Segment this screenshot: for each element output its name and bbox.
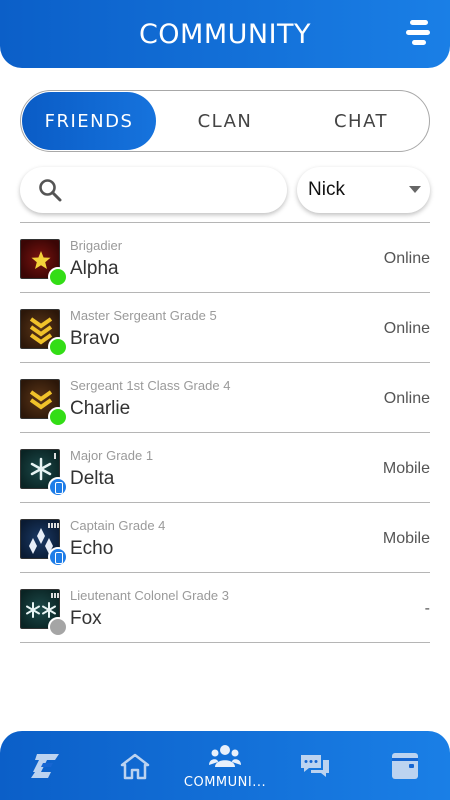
tab-friends[interactable]: FRIENDS: [22, 92, 156, 150]
friend-name: Echo: [70, 538, 114, 559]
search-box[interactable]: [20, 167, 287, 213]
tab-clan[interactable]: CLAN: [157, 91, 293, 151]
friend-rank: Captain Grade 4: [70, 518, 166, 533]
online-status-dot: [48, 267, 68, 287]
nav-item-game[interactable]: [0, 731, 90, 800]
sort-select-value: Nick: [308, 179, 345, 200]
list-item[interactable]: Lieutenant Colonel Grade 3 Fox -: [20, 573, 430, 643]
nav-item-chat[interactable]: [270, 731, 360, 800]
menu-icon[interactable]: [406, 20, 430, 46]
wallet-icon: [392, 753, 418, 779]
friend-rank: Master Sergeant Grade 5: [70, 308, 217, 323]
community-tabs: FRIENDS CLAN CHAT: [20, 90, 430, 152]
sort-select[interactable]: Nick: [297, 167, 430, 213]
list-item[interactable]: Major Grade 1 Delta Mobile: [20, 433, 430, 503]
list-item[interactable]: Sergeant 1st Class Grade 4 Charlie Onlin…: [20, 363, 430, 433]
friend-status: Mobile: [382, 460, 430, 477]
game-logo-icon: [31, 754, 59, 778]
app-header: COMMUNITY: [0, 0, 450, 68]
friends-list: Brigadier Alpha Online Master Sergeant G…: [20, 222, 430, 643]
friend-status: Online: [383, 250, 430, 267]
friend-status: Online: [383, 320, 430, 337]
community-icon: [209, 745, 241, 767]
online-status-dot: [48, 337, 68, 357]
chevron-down-icon: [409, 186, 421, 193]
friend-name: Bravo: [70, 328, 120, 349]
friend-rank: Lieutenant Colonel Grade 3: [70, 588, 230, 603]
friend-name: Fox: [70, 608, 102, 629]
friend-name: Charlie: [70, 398, 131, 419]
friend-status: Mobile: [382, 530, 430, 547]
friend-name: Alpha: [70, 258, 119, 279]
friend-rank: Brigadier: [70, 238, 123, 253]
chat-bubbles-icon: [301, 755, 329, 777]
home-icon: [120, 753, 150, 780]
mobile-status-icon: [48, 547, 68, 567]
mobile-status-icon: [48, 477, 68, 497]
nav-label-community: COMMUNI...: [183, 775, 267, 790]
friend-status: Online: [383, 390, 430, 407]
nav-item-home[interactable]: [90, 731, 180, 800]
list-item[interactable]: Master Sergeant Grade 5 Bravo Online: [20, 293, 430, 363]
search-icon: [39, 179, 62, 202]
friend-rank: Major Grade 1: [70, 448, 154, 463]
friend-name: Delta: [70, 468, 115, 489]
tab-chat[interactable]: CHAT: [293, 91, 429, 151]
nav-item-community[interactable]: COMMUNI...: [180, 731, 270, 800]
nav-item-wallet[interactable]: [360, 731, 450, 800]
page-title: COMMUNITY: [138, 18, 312, 50]
bottom-nav: COMMUNI...: [0, 731, 450, 800]
list-item[interactable]: Brigadier Alpha Online: [20, 223, 430, 293]
offline-status-dot: [48, 617, 68, 637]
list-item[interactable]: Captain Grade 4 Echo Mobile: [20, 503, 430, 573]
friend-status: -: [424, 600, 430, 617]
friend-rank: Sergeant 1st Class Grade 4: [70, 378, 231, 393]
search-input[interactable]: [76, 175, 276, 205]
online-status-dot: [48, 407, 68, 427]
